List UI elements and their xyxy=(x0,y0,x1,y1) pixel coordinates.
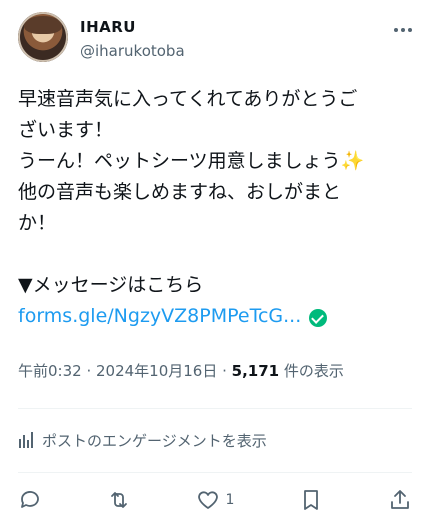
views-label: 件の表示 xyxy=(279,362,344,380)
like-button[interactable]: 1 xyxy=(196,488,235,512)
bookmark-icon xyxy=(304,490,319,510)
engagement-label: ポストのエンゲージメントを表示 xyxy=(42,431,267,450)
bookmark-button[interactable] xyxy=(299,488,323,512)
view-engagement-button[interactable]: ポストのエンゲージメントを表示 xyxy=(18,428,267,452)
sparkles-icon: ✨ xyxy=(340,150,365,172)
tweet-line-5: か！ xyxy=(18,212,57,234)
tweet-blank-line xyxy=(18,239,410,270)
reply-button[interactable] xyxy=(18,488,42,512)
tweet-line-4: 他の音声も楽しめますね、おしがまと xyxy=(18,181,342,203)
link-row: forms.gle/NgzyVZ8PMPeTcG... xyxy=(18,301,410,332)
author-name[interactable]: IHARU xyxy=(80,18,136,36)
tweet-meta: 午前0:32 · 2024年10月16日 · 5,171 件の表示 xyxy=(18,360,344,381)
tweet-header: IHARU @iharukotoba xyxy=(18,12,418,68)
reply-icon xyxy=(21,491,39,508)
avatar-frame xyxy=(18,12,68,62)
tweet-line-1: 早速音声気に入ってくれてありがとうご xyxy=(18,88,358,110)
divider xyxy=(18,472,412,473)
tweet-line-2: ざいます！ xyxy=(18,119,114,141)
analytics-icon xyxy=(19,432,33,448)
share-button[interactable] xyxy=(388,488,412,512)
author-handle[interactable]: @iharukotoba xyxy=(80,42,185,60)
action-bar: 1 xyxy=(18,482,412,518)
repost-icon xyxy=(110,492,127,508)
divider xyxy=(18,408,412,409)
repost-button[interactable] xyxy=(107,488,131,512)
tweet-text: 早速音声気に入ってくれてありがとうご ざいます！ うーん！ペットシーツ用意しまし… xyxy=(18,84,410,332)
verified-check-icon xyxy=(309,308,328,327)
tweet-line-3: うーん！ペットシーツ用意しましょう✨ xyxy=(18,146,410,177)
post-time[interactable]: 午前0:32 · 2024年10月16日 · xyxy=(18,362,232,380)
tweet-line-3-text: うーん！ペットシーツ用意しましょう xyxy=(18,150,341,172)
more-options-icon[interactable] xyxy=(388,20,418,40)
share-icon xyxy=(391,490,409,509)
heart-icon xyxy=(197,491,218,509)
form-link[interactable]: forms.gle/NgzyVZ8PMPeTcG... xyxy=(18,301,301,332)
tweet-line-7: ▼メッセージはこちら xyxy=(18,274,204,296)
like-count: 1 xyxy=(225,492,235,508)
view-count: 5,171 xyxy=(231,362,280,380)
avatar[interactable] xyxy=(18,12,68,62)
